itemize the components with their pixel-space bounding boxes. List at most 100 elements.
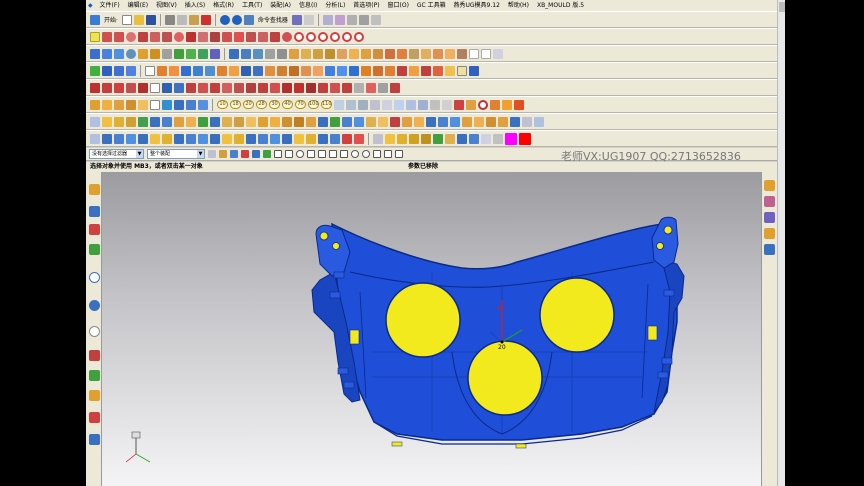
- base-icon[interactable]: [186, 116, 196, 127]
- fastener-icon[interactable]: [457, 133, 467, 144]
- interference-icon[interactable]: [342, 133, 352, 144]
- circle-icon[interactable]: [294, 31, 304, 42]
- measure-body-icon[interactable]: [318, 133, 328, 144]
- clock-icon[interactable]: [89, 326, 100, 337]
- check-interference-icon[interactable]: [246, 116, 256, 127]
- x-form-icon[interactable]: [361, 65, 371, 76]
- trim-icon[interactable]: [234, 31, 244, 42]
- snap-quadrant-icon[interactable]: [307, 150, 315, 158]
- snap-end-icon[interactable]: [274, 150, 282, 158]
- new-file-icon[interactable]: [121, 14, 132, 25]
- f8-icon[interactable]: [481, 133, 491, 144]
- menu-assemblies[interactable]: 装配(A): [267, 0, 294, 11]
- project-curve-icon[interactable]: [222, 31, 232, 42]
- mounting-hole[interactable]: [332, 242, 340, 250]
- type-filter-dropdown[interactable]: 没有选择过滤器 ▼: [89, 149, 144, 159]
- reuse-library-icon[interactable]: [89, 244, 100, 255]
- sync-icon[interactable]: [409, 48, 419, 59]
- mold-icon[interactable]: [102, 99, 112, 110]
- select-all-icon[interactable]: [208, 150, 216, 158]
- parts-list-icon[interactable]: [366, 116, 376, 127]
- bend-icon[interactable]: [138, 116, 148, 127]
- lifter-icon[interactable]: [138, 99, 148, 110]
- polygon-icon[interactable]: [162, 31, 172, 42]
- system-materials-icon[interactable]: [89, 390, 100, 401]
- snap-icon[interactable]: [334, 14, 345, 25]
- sketch-point-icon[interactable]: [126, 82, 136, 93]
- move-object-icon[interactable]: [490, 99, 500, 110]
- curve-length-icon[interactable]: [210, 82, 220, 93]
- menu-tools[interactable]: 工具(T): [239, 0, 265, 11]
- compare-icon[interactable]: [354, 133, 364, 144]
- curve-rule-icon[interactable]: [263, 150, 271, 158]
- sheet-body-icon[interactable]: [145, 65, 155, 76]
- wave-link-icon[interactable]: [162, 133, 172, 144]
- chamfer-curve-icon[interactable]: [270, 31, 280, 42]
- offset-face-icon[interactable]: [361, 48, 371, 59]
- cube-icon[interactable]: [469, 65, 479, 76]
- menu-view[interactable]: 视图(V): [153, 0, 180, 11]
- stop-icon[interactable]: [354, 116, 364, 127]
- snap-point-on-curve-icon[interactable]: [329, 150, 337, 158]
- standard-parts-icon[interactable]: [498, 116, 508, 127]
- hole-table-icon[interactable]: [390, 116, 400, 127]
- global-shape-icon[interactable]: [373, 65, 383, 76]
- shrinkage-icon[interactable]: [426, 116, 436, 127]
- n-sided-icon[interactable]: [169, 65, 179, 76]
- mass-icon[interactable]: [330, 133, 340, 144]
- body-icon[interactable]: [198, 133, 208, 144]
- composite-icon[interactable]: [258, 82, 268, 93]
- circle-icon[interactable]: [354, 31, 364, 42]
- selected-tool-icon[interactable]: [457, 65, 467, 76]
- match-edge-icon[interactable]: [385, 65, 395, 76]
- subtract-icon[interactable]: [241, 48, 251, 59]
- visualization-icon[interactable]: [89, 434, 100, 445]
- pocket-icon[interactable]: [186, 48, 196, 59]
- touch-mode-icon[interactable]: [291, 14, 302, 25]
- constraint-navigator-icon[interactable]: [89, 206, 100, 217]
- electrode-icon[interactable]: [150, 116, 160, 127]
- pin-tool-icon[interactable]: [534, 116, 544, 127]
- preset-18[interactable]: 18: [230, 100, 241, 109]
- menu-gc-toolbox[interactable]: GC 工具箱: [414, 0, 449, 11]
- transform-icon[interactable]: [430, 99, 440, 110]
- family-mold-icon[interactable]: [450, 116, 460, 127]
- wcs-icon[interactable]: [406, 99, 416, 110]
- profile-icon[interactable]: [366, 82, 376, 93]
- process-studio-icon[interactable]: [89, 350, 100, 361]
- yellow-tab[interactable]: [515, 443, 527, 449]
- extrude-icon[interactable]: [138, 48, 148, 59]
- model-view[interactable]: ZC 20: [102, 172, 761, 486]
- extract-icon[interactable]: [313, 65, 323, 76]
- curve-on-surface-icon[interactable]: [138, 82, 148, 93]
- cube-orange-icon[interactable]: [502, 99, 512, 110]
- link-icon[interactable]: [126, 133, 136, 144]
- yellow-tab[interactable]: [349, 329, 360, 345]
- draft-analysis-icon[interactable]: [222, 133, 232, 144]
- menu-window[interactable]: 窗口(O): [385, 0, 412, 11]
- assembly-navigator-icon[interactable]: [89, 184, 100, 195]
- snap-existing-point-icon[interactable]: [351, 150, 359, 158]
- unite-icon[interactable]: [229, 48, 239, 59]
- red-color-swatch[interactable]: [519, 132, 531, 145]
- grid-snap-icon[interactable]: [418, 99, 428, 110]
- trim-body-icon[interactable]: [265, 48, 275, 59]
- delete-icon[interactable]: [200, 14, 211, 25]
- line-icon[interactable]: [102, 31, 112, 42]
- scrollbar-thumb[interactable]: [779, 2, 785, 12]
- boss-icon[interactable]: [174, 48, 184, 59]
- shape-icon[interactable]: [409, 65, 419, 76]
- constraint-icon[interactable]: [342, 82, 352, 93]
- sheet-icon[interactable]: [457, 48, 467, 59]
- preset-100[interactable]: 100: [308, 100, 319, 109]
- pocket-tool-icon[interactable]: [258, 116, 268, 127]
- snap-point-icon[interactable]: [370, 99, 380, 110]
- cube-red-icon[interactable]: [514, 99, 524, 110]
- circle-icon[interactable]: [306, 31, 316, 42]
- promote-icon[interactable]: [186, 133, 196, 144]
- cut-icon[interactable]: [164, 14, 175, 25]
- grid-select-icon[interactable]: [90, 116, 100, 127]
- groove-icon[interactable]: [198, 48, 208, 59]
- runner-icon[interactable]: [186, 99, 196, 110]
- snap-on-face-icon[interactable]: [362, 150, 370, 158]
